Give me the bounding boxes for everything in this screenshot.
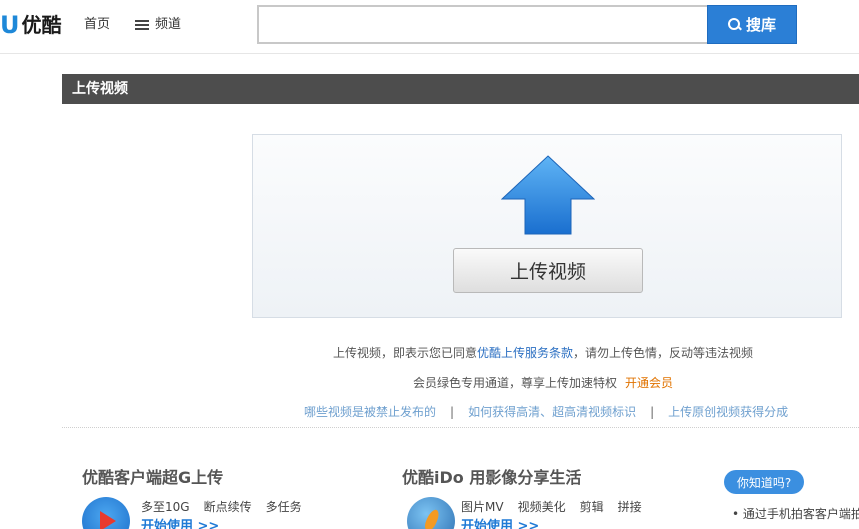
logo-text: 优酷 bbox=[21, 13, 62, 37]
divider bbox=[62, 427, 859, 428]
hd-badge-link[interactable]: 如何获得高清、超高清视频标识 bbox=[468, 405, 636, 419]
top-header: U 优酷 首页 频道 搜库 bbox=[0, 0, 859, 54]
youku-ido-icon[interactable] bbox=[407, 497, 455, 529]
feature-item: 剪辑 bbox=[579, 500, 604, 514]
nav-home-link[interactable]: 首页 bbox=[84, 16, 110, 34]
feature-item: 拼接 bbox=[617, 500, 642, 514]
nav-channel-menu[interactable]: 频道 bbox=[135, 16, 181, 34]
link-separator: | bbox=[450, 405, 455, 419]
upload-terms-link[interactable]: 优酷上传服务条款 bbox=[477, 346, 573, 360]
sidebar-tip-text: • 通过手机拍客客户端拍 bbox=[732, 507, 859, 521]
terms-notice: 上传视频，即表示您已同意优酷上传服务条款，请勿上传色情，反动等违法视频 bbox=[0, 345, 859, 361]
client-start-link[interactable]: 开始使用 >> bbox=[141, 519, 219, 529]
upload-panel: 上传视频 bbox=[252, 134, 842, 318]
terms-prefix: 上传视频，即表示您已同意 bbox=[332, 346, 477, 360]
upload-video-button[interactable]: 上传视频 bbox=[453, 248, 643, 293]
page-title: 上传视频 bbox=[72, 81, 128, 97]
section-header-bar: 上传视频 bbox=[62, 74, 859, 104]
search-button[interactable]: 搜库 bbox=[707, 5, 797, 44]
search-input[interactable] bbox=[257, 5, 708, 44]
feature-item: 图片MV bbox=[461, 500, 504, 514]
feature-item: 断点续传 bbox=[203, 500, 252, 514]
nav-channel-label: 频道 bbox=[155, 17, 182, 32]
ido-promo-features: 图片MV 视频美化 剪辑 拼接 bbox=[461, 499, 656, 515]
original-revenue-link[interactable]: 上传原创视频获得分成 bbox=[668, 405, 788, 419]
ido-promo-title: 优酷iDo 用影像分享生活 bbox=[402, 468, 582, 487]
search-icon bbox=[727, 18, 741, 31]
feature-item: 视频美化 bbox=[517, 500, 566, 514]
forbidden-videos-link[interactable]: 哪些视频是被禁止发布的 bbox=[304, 405, 436, 419]
client-promo-title: 优酷客户端超G上传 bbox=[82, 468, 224, 487]
vip-text: 会员绿色专用通道，尊享上传加速特权 bbox=[412, 376, 617, 390]
feature-item: 多至10G bbox=[141, 500, 190, 514]
youku-logo[interactable]: U 优酷 bbox=[0, 10, 62, 40]
link-separator: | bbox=[650, 405, 655, 419]
youku-client-icon[interactable] bbox=[82, 497, 130, 529]
search-button-label: 搜库 bbox=[745, 16, 776, 34]
feature-item: 多任务 bbox=[265, 500, 302, 514]
client-promo-features: 多至10G 断点续传 多任务 bbox=[141, 499, 316, 515]
menu-icon bbox=[135, 19, 149, 31]
did-you-know-button[interactable]: 你知道吗? bbox=[724, 470, 804, 494]
help-links-row: 哪些视频是被禁止发布的 | 如何获得高清、超高清视频标识 | 上传原创视频获得分成 bbox=[304, 404, 788, 420]
open-vip-link[interactable]: 开通会员 bbox=[625, 376, 673, 390]
ido-start-link[interactable]: 开始使用 >> bbox=[461, 519, 539, 529]
logo-u-mark: U bbox=[0, 11, 20, 39]
vip-notice: 会员绿色专用通道，尊享上传加速特权 开通会员 bbox=[0, 375, 859, 391]
upload-arrow-icon[interactable] bbox=[501, 155, 595, 235]
terms-suffix: ，请勿上传色情，反动等违法视频 bbox=[573, 346, 754, 360]
